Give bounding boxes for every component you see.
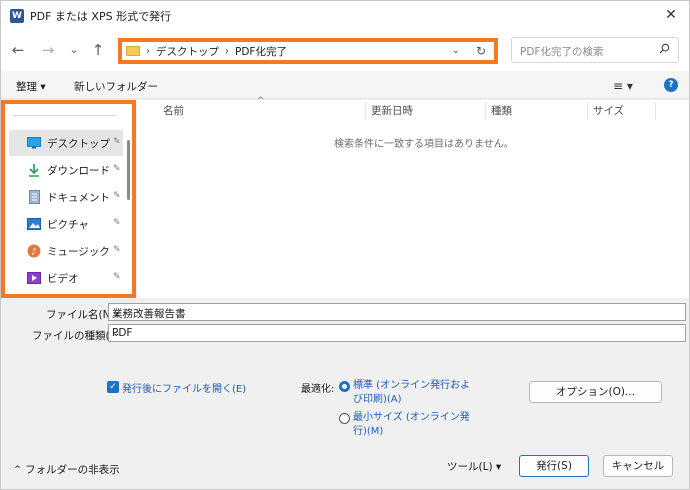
music-icon: ♪ (27, 244, 41, 258)
optimize-label: 最適化: (301, 384, 335, 395)
sidebar-item-label: ドキュメント (47, 191, 110, 204)
sidebar-item-label: デスクトップ (47, 137, 110, 150)
title-bar: W PDF または XPS 形式で発行 ✕ (1, 1, 689, 31)
radio-standard-label[interactable]: 標準 (オンライン発行および印刷)(A) (353, 379, 471, 407)
breadcrumb-pdf-folder[interactable]: PDF化完了 (235, 44, 287, 59)
sidebar-scrollbar[interactable] (127, 140, 130, 200)
up-arrow-icon[interactable]: ↑ (89, 41, 107, 59)
column-divider[interactable] (365, 102, 366, 120)
file-list: ^ 名前 更新日時 種類 サイズ 検索条件に一致する項目はありません。 (137, 96, 689, 298)
sidebar-item-videos[interactable]: ビデオ ✎ (9, 265, 123, 291)
view-options-icon[interactable]: ≡ ▾ (613, 79, 633, 93)
filename-field[interactable]: 業務改善報告書 ⌄ (108, 303, 686, 321)
sidebar-item-label: ビデオ (47, 272, 79, 285)
forward-arrow-icon[interactable]: → (39, 41, 57, 59)
close-button[interactable]: ✕ (663, 7, 679, 23)
organize-button[interactable]: 整理 ▾ (16, 79, 46, 94)
breadcrumb-separator: › (146, 45, 150, 57)
filetype-select[interactable]: PDF ⌄ (108, 324, 686, 342)
publish-dialog: W PDF または XPS 形式で発行 ✕ ← → ⌄ ↑ › デスクトップ ›… (0, 0, 690, 490)
word-app-icon: W (10, 9, 24, 23)
chevron-down-icon[interactable]: ⌄ (112, 327, 681, 339)
search-input[interactable]: PDF化完了の検索 (511, 37, 679, 63)
open-after-publish-label[interactable]: 発行後にファイルを開く(E) (122, 380, 246, 395)
column-header-type[interactable]: 種類 (491, 103, 512, 118)
sidebar-item-label: ピクチャ (47, 218, 89, 231)
folder-icon (126, 46, 140, 56)
address-dropdown-chevron-icon[interactable]: ⌄ (452, 45, 460, 56)
radio-standard[interactable] (339, 381, 350, 392)
sort-caret-icon: ^ (257, 96, 265, 106)
pin-icon: ✎ (113, 191, 121, 201)
pin-icon: ✎ (113, 245, 121, 255)
address-bar[interactable]: › デスクトップ › PDF化完了 ⌄ ↻ (118, 38, 498, 64)
hide-folders-button[interactable]: ⌃ フォルダーの非表示 (13, 462, 120, 477)
cancel-button[interactable]: キャンセル (603, 455, 673, 477)
download-icon (27, 163, 41, 177)
sidebar-item-documents[interactable]: ドキュメント ✎ (9, 184, 123, 210)
back-arrow-icon[interactable]: ← (9, 41, 27, 59)
sidebar-item-label: ダウンロード (47, 164, 110, 177)
help-icon[interactable]: ? (664, 78, 678, 92)
dialog-footer: ⌃ フォルダーの非表示 ツール(L) ▾ 発行(S) キャンセル (1, 446, 689, 489)
radio-minimum[interactable] (339, 413, 350, 424)
column-header-size[interactable]: サイズ (593, 103, 624, 118)
svg-text:♪: ♪ (31, 248, 37, 258)
pictures-icon (27, 217, 41, 231)
breadcrumb-separator: › (225, 45, 229, 57)
pin-icon: ✎ (113, 164, 121, 174)
column-divider[interactable] (485, 102, 486, 120)
sidebar-item-label: ミュージック (47, 245, 110, 258)
column-divider[interactable] (655, 102, 656, 120)
document-icon (27, 190, 41, 204)
search-icon (659, 43, 670, 54)
open-after-publish-checkbox[interactable]: ✓ (107, 381, 119, 393)
column-header-name[interactable]: 名前 (163, 103, 184, 118)
tools-label: ツール(L) (447, 461, 493, 473)
navigation-pane: デスクトップ ✎ ダウンロード ✎ ドキュメント ✎ ピクチャ ✎ ♪ ミュージ… (1, 100, 136, 298)
chevron-down-icon: ▾ (495, 461, 502, 473)
chevron-down-icon[interactable]: ⌄ (112, 306, 681, 318)
options-button[interactable]: オプション(O)... (529, 381, 662, 403)
publish-button[interactable]: 発行(S) (519, 455, 589, 477)
sidebar-item-pictures[interactable]: ピクチャ ✎ (9, 211, 123, 237)
recent-locations-chevron-icon[interactable]: ⌄ (65, 41, 83, 59)
empty-message: 検索条件に一致する項目はありません。 (334, 139, 514, 150)
command-bar: 整理 ▾ 新しいフォルダー ≡ ▾ ? (1, 71, 689, 99)
chevron-up-icon: ⌃ (13, 464, 26, 476)
radio-minimum-label[interactable]: 最小サイズ (オンライン発行)(M) (353, 411, 471, 439)
pin-icon: ✎ (113, 272, 121, 282)
search-placeholder: PDF化完了の検索 (520, 46, 604, 58)
dialog-title: PDF または XPS 形式で発行 (30, 10, 172, 23)
desktop-icon (27, 136, 41, 150)
new-folder-button[interactable]: 新しいフォルダー (74, 79, 158, 94)
video-icon (27, 271, 41, 285)
hide-folders-label: フォルダーの非表示 (25, 464, 120, 476)
navigation-bar: ← → ⌄ ↑ › デスクトップ › PDF化完了 ⌄ ↻ PDF化完了の検索 (1, 31, 689, 71)
column-header-modified[interactable]: 更新日時 (371, 103, 413, 118)
breadcrumb-desktop[interactable]: デスクトップ (156, 44, 219, 59)
divider (13, 115, 117, 116)
refresh-icon[interactable]: ↻ (476, 44, 486, 58)
sidebar-item-music[interactable]: ♪ ミュージック ✎ (9, 238, 123, 264)
tools-button[interactable]: ツール(L) ▾ (447, 459, 501, 474)
pin-icon: ✎ (113, 137, 121, 147)
column-divider[interactable] (587, 102, 588, 120)
pin-icon: ✎ (113, 218, 121, 228)
sidebar-item-desktop[interactable]: デスクトップ ✎ (9, 130, 123, 156)
sidebar-item-downloads[interactable]: ダウンロード ✎ (9, 157, 123, 183)
